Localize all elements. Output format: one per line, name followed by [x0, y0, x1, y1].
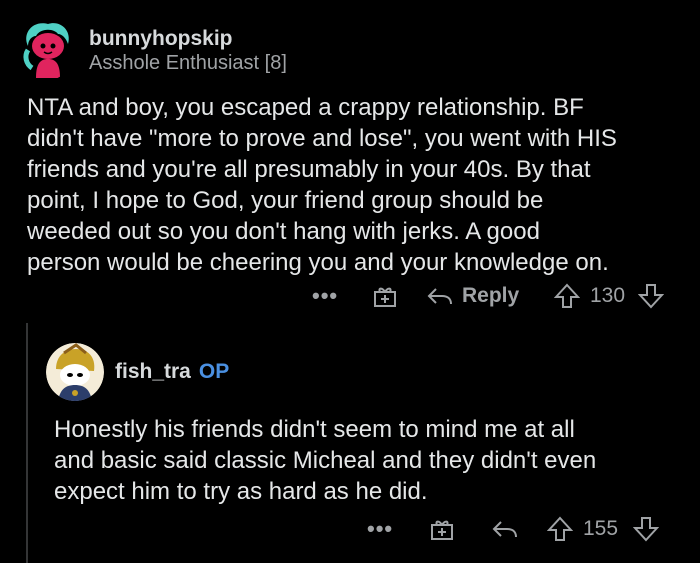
- reply-icon[interactable]: [491, 518, 547, 540]
- comment-line: point, I hope to God, your friend group …: [27, 187, 544, 214]
- award-icon[interactable]: [372, 283, 426, 309]
- snoo-avatar-pink: [23, 23, 69, 78]
- user-flair: Asshole Enthusiast [8]: [89, 52, 287, 74]
- comment-line: expect him to try as hard as he did.: [54, 478, 428, 505]
- upvote-icon[interactable]: [547, 516, 573, 542]
- comment-line: friends and you're all presumably in you…: [27, 156, 591, 183]
- comment-author[interactable]: fish_tra: [115, 360, 191, 384]
- more-icon[interactable]: •••: [367, 516, 429, 542]
- comment-line: didn't have "more to prove and lose", yo…: [27, 125, 617, 152]
- vote-score: 155: [583, 517, 619, 540]
- op-badge: OP: [198, 360, 230, 383]
- comment-line: Honestly his friends didn't seem to mind…: [54, 416, 575, 443]
- comment-actions: ••• 155: [367, 514, 659, 544]
- award-icon[interactable]: [429, 516, 491, 542]
- downvote-icon[interactable]: [633, 516, 659, 542]
- downvote-icon[interactable]: [638, 283, 664, 309]
- comment-1: bunnyhopskip Asshole Enthusiast [8] NTA …: [0, 0, 700, 318]
- comment-line: weeded out so you don't hang with jerks.…: [27, 218, 540, 245]
- more-icon[interactable]: •••: [312, 283, 372, 309]
- reply-icon[interactable]: [426, 285, 454, 307]
- comment-body: Honestly his friends didn't seem to mind…: [54, 414, 684, 507]
- comment-line: NTA and boy, you escaped a crappy relati…: [27, 94, 584, 121]
- comment-actions: ••• Reply 130: [312, 281, 664, 311]
- vote-score: 130: [590, 284, 626, 307]
- comment-line: and basic said classic Micheal and they …: [54, 447, 597, 474]
- reply-author-row: fish_tra OP: [115, 360, 229, 384]
- comment-body: NTA and boy, you escaped a crappy relati…: [27, 92, 687, 278]
- user-avatar-bunnyhopskip[interactable]: [14, 16, 78, 80]
- user-avatar-fish_tra[interactable]: [46, 343, 104, 401]
- upvote-icon[interactable]: [554, 283, 580, 309]
- comment-author[interactable]: bunnyhopskip: [89, 27, 233, 51]
- snoo-avatar-armored: [46, 343, 104, 401]
- comment-line: person would be cheering you and your kn…: [27, 249, 609, 276]
- reply-button[interactable]: Reply: [462, 284, 554, 308]
- thread-line[interactable]: [26, 323, 28, 563]
